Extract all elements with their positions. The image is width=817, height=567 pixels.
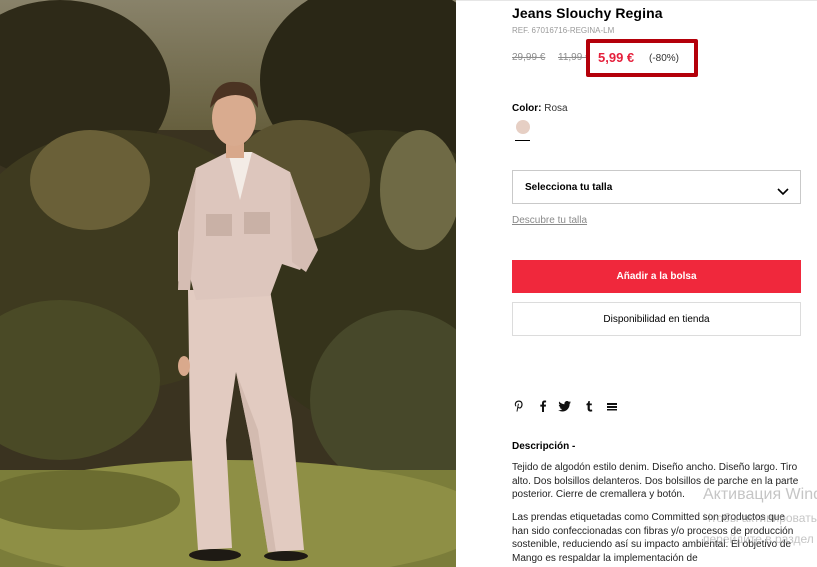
twitter-icon[interactable] xyxy=(558,399,572,413)
facebook-icon[interactable] xyxy=(536,399,550,413)
product-photo[interactable] xyxy=(0,0,456,567)
discount-badge: (-80%) xyxy=(649,53,680,64)
tumblr-icon[interactable] xyxy=(582,399,596,413)
top-divider xyxy=(456,0,817,1)
store-availability-button[interactable]: Disponibilidad en tienda xyxy=(512,302,801,336)
color-info: Color: Rosa xyxy=(512,103,568,114)
description-paragraph-2: Las prendas etiquetadas como Committed s… xyxy=(512,512,794,564)
add-to-bag-button[interactable]: Añadir a la bolsa xyxy=(512,260,801,293)
description-title: Descripción - xyxy=(512,441,576,452)
color-swatch-rosa[interactable] xyxy=(516,120,530,134)
current-price: 5,99 € xyxy=(598,50,635,65)
product-title: Jeans Slouchy Regina xyxy=(512,5,663,21)
size-select[interactable]: Selecciona tu talla xyxy=(512,170,801,204)
pinterest-icon[interactable] xyxy=(512,399,526,413)
price-highlight-box: 5,99 € (-80%) xyxy=(586,39,698,77)
product-reference: REF. 67016716-REGINA-LM xyxy=(512,26,615,35)
size-guide-link[interactable]: Descubre tu talla xyxy=(512,215,587,226)
size-select-label: Selecciona tu talla xyxy=(525,182,613,193)
selected-swatch-indicator xyxy=(515,140,530,141)
color-label: Color: xyxy=(512,103,542,114)
chevron-down-icon xyxy=(777,183,789,201)
description-paragraph-1: Tejido de algodón estilo denim. Diseño a… xyxy=(512,462,799,500)
original-price: 29,99 € xyxy=(512,52,546,63)
color-value: Rosa xyxy=(544,103,568,114)
email-icon[interactable] xyxy=(605,399,619,413)
